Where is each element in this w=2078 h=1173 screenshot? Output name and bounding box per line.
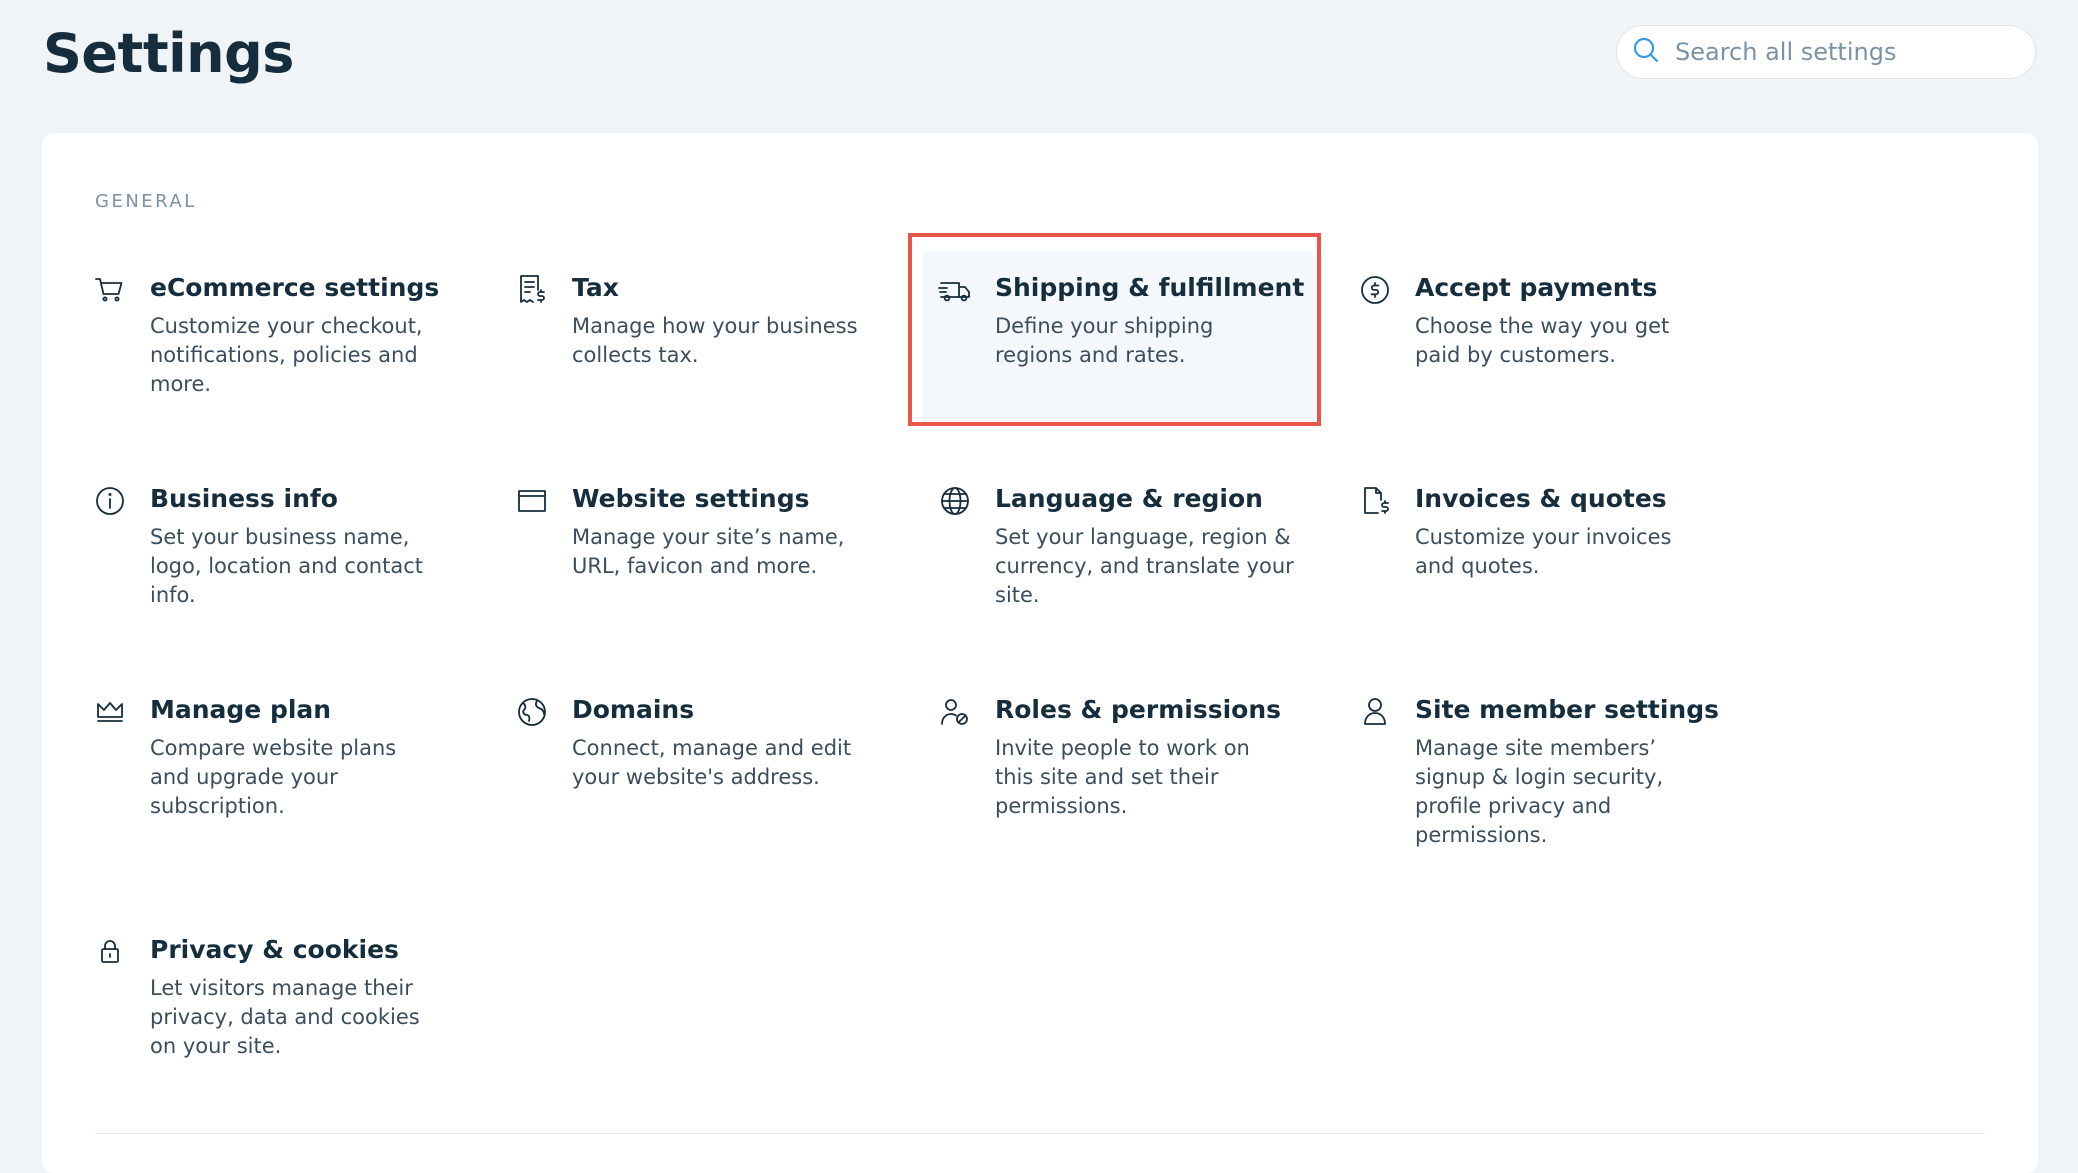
tile-title: Site member settings <box>1415 695 1720 724</box>
settings-card: GENERAL eCommerce settings Customize you… <box>42 133 2038 1173</box>
tile-privacy-cookies[interactable]: Privacy & cookies Let visitors manage th… <box>93 933 493 1123</box>
tile-title: Domains <box>572 695 695 724</box>
tile-business-info[interactable]: Business info Set your business name, lo… <box>93 482 493 672</box>
page-title: Settings <box>43 22 294 85</box>
tile-title: Shipping & fulfillment <box>995 273 1305 302</box>
tile-description: Compare website plans and upgrade your s… <box>150 736 397 818</box>
tile-description: Manage site members’ signup & login secu… <box>1415 736 1664 847</box>
tile-website-settings[interactable]: Website settings Manage your site’s name… <box>515 482 915 672</box>
tile-description: Choose the way you get paid by customers… <box>1415 314 1670 367</box>
tile-language-region[interactable]: Language & region Set your language, reg… <box>938 482 1338 672</box>
tile-title: Invoices & quotes <box>1415 484 1667 513</box>
tile-title: Accept payments <box>1415 273 1658 302</box>
user-icon <box>1358 695 1392 729</box>
tile-title: Manage plan <box>150 695 332 724</box>
tile-description: Customize your checkout, notifications, … <box>150 314 423 396</box>
dollar-coin-icon <box>1358 273 1392 307</box>
crown-icon <box>93 695 127 729</box>
tile-title: Tax <box>572 273 619 302</box>
user-permissions-icon <box>938 695 972 729</box>
lock-icon <box>93 935 127 969</box>
tile-title: Business info <box>150 484 338 513</box>
tile-tax[interactable]: Tax Manage how your business collects ta… <box>515 271 915 461</box>
tile-title: eCommerce settings <box>150 273 440 302</box>
section-label-general: GENERAL <box>95 191 197 212</box>
tile-description: Customize your invoices and quotes. <box>1415 525 1672 578</box>
tile-title: Privacy & cookies <box>150 935 399 964</box>
search-icon <box>1631 35 1661 69</box>
invoice-icon <box>1358 484 1392 518</box>
tile-description: Let visitors manage their privacy, data … <box>150 976 420 1058</box>
tile-domains[interactable]: Domains Connect, manage and edit your we… <box>515 693 915 883</box>
tile-description: Define your shipping regions and rates. <box>995 314 1214 367</box>
tile-title: Roles & permissions <box>995 695 1282 724</box>
tile-title: Language & region <box>995 484 1263 513</box>
tile-accept-payments[interactable]: Accept payments Choose the way you get p… <box>1358 271 1758 461</box>
tile-description: Manage how your business collects tax. <box>572 314 858 367</box>
search-input[interactable] <box>1675 38 2015 66</box>
tax-receipt-icon <box>515 273 549 307</box>
divider <box>95 1133 1985 1134</box>
tile-invoices-quotes[interactable]: Invoices & quotes Customize your invoice… <box>1358 482 1758 672</box>
cart-icon <box>93 273 127 307</box>
browser-window-icon <box>515 484 549 518</box>
tile-manage-plan[interactable]: Manage plan Compare website plans and up… <box>93 693 493 883</box>
tile-description: Invite people to work on this site and s… <box>995 736 1250 818</box>
tile-roles-permissions[interactable]: Roles & permissions Invite people to wor… <box>938 693 1338 883</box>
tile-description: Connect, manage and edit your website's … <box>572 736 852 789</box>
tile-description: Set your business name, logo, location a… <box>150 525 423 607</box>
tile-ecommerce-settings[interactable]: eCommerce settings Customize your checko… <box>93 271 493 461</box>
tile-shipping-fulfillment[interactable]: Shipping & fulfillment Define your shipp… <box>922 251 1314 425</box>
info-icon <box>93 484 127 518</box>
tile-description: Manage your site’s name, URL, favicon an… <box>572 525 845 578</box>
globe-icon <box>938 484 972 518</box>
search-box[interactable] <box>1616 25 2036 79</box>
tile-site-member-settings[interactable]: Site member settings Manage site members… <box>1358 693 1758 883</box>
tile-title: Website settings <box>572 484 810 513</box>
tile-description: Set your language, region & currency, an… <box>995 525 1294 607</box>
domain-globe-icon <box>515 695 549 729</box>
delivery-truck-icon <box>938 273 972 307</box>
